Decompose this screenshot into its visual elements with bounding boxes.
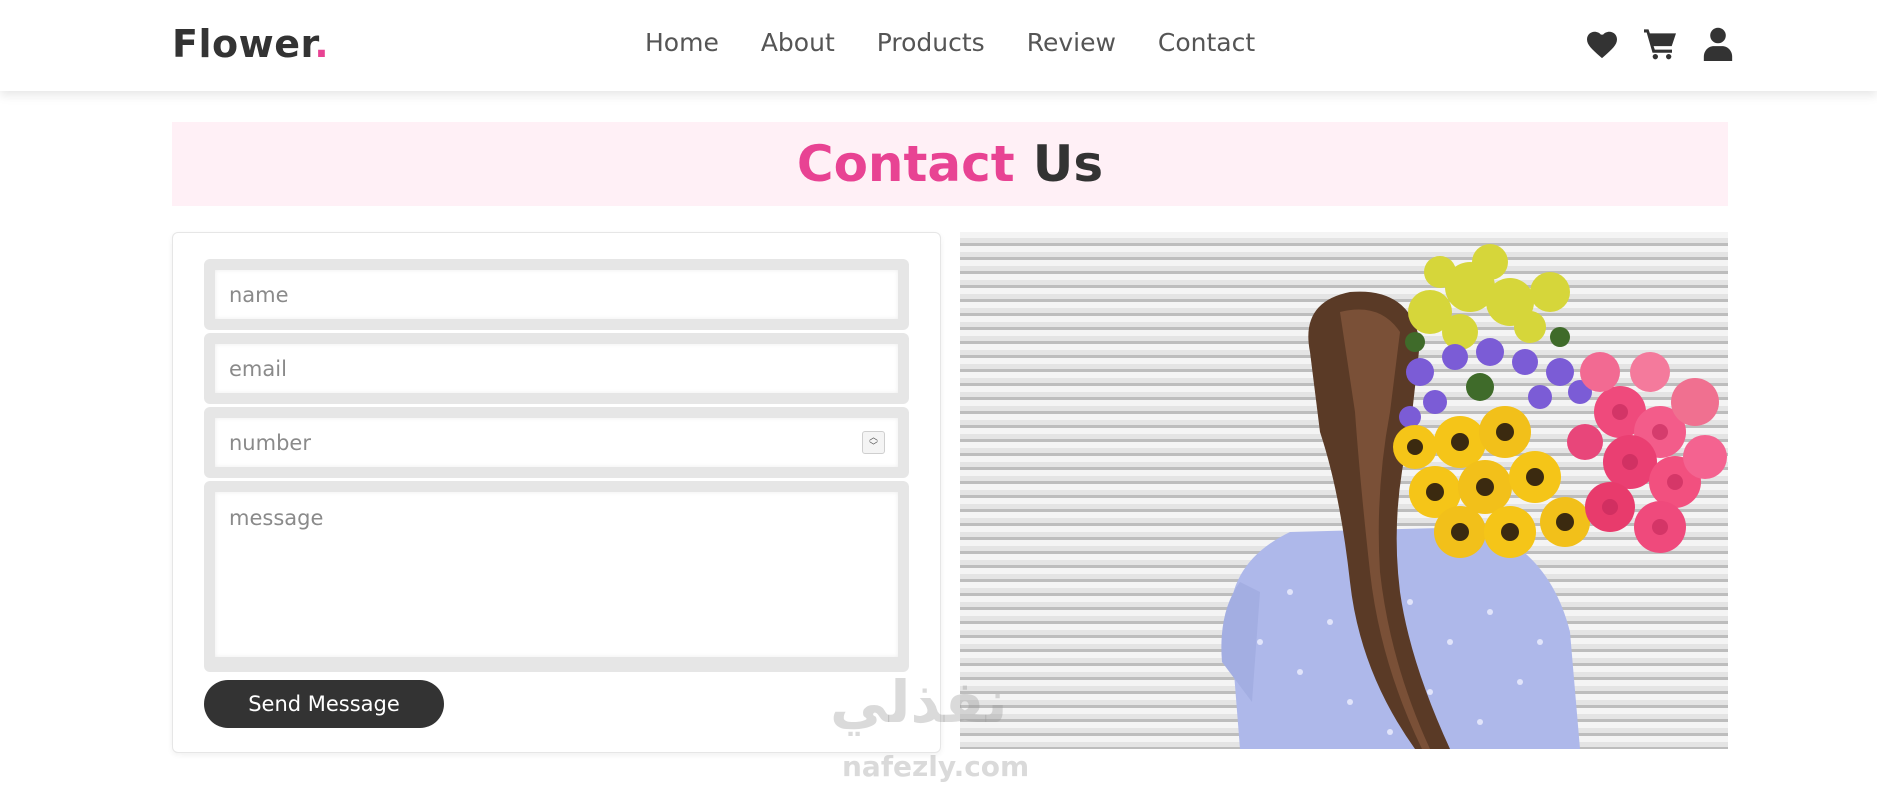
email-field-wrap	[204, 333, 909, 404]
main-nav: Home About Products Review Contact	[645, 28, 1297, 57]
message-textarea[interactable]	[215, 492, 898, 657]
brand-dot: .	[314, 22, 330, 66]
contact-form: ︿﹀ Send Message	[172, 232, 941, 753]
heading-accent: Contact	[796, 135, 1015, 193]
section-heading: Contact Us	[172, 122, 1728, 206]
number-field-wrap: ︿﹀	[204, 407, 909, 478]
name-field-wrap	[204, 259, 909, 330]
chevron-down-icon: ﹀	[868, 441, 878, 452]
heart-icon[interactable]	[1584, 26, 1620, 62]
nav-contact[interactable]: Contact	[1158, 28, 1255, 57]
brand-logo[interactable]: Flower.	[172, 22, 329, 66]
nav-products[interactable]: Products	[877, 28, 985, 57]
site-header: Flower. Home About Products Review Conta…	[0, 0, 1877, 91]
email-input[interactable]	[215, 344, 898, 393]
number-spinner[interactable]: ︿ ﹀	[862, 431, 885, 454]
number-input[interactable]	[215, 418, 898, 467]
user-icon[interactable]	[1700, 26, 1736, 62]
heading-rest: Us	[1032, 135, 1104, 193]
nav-about[interactable]: About	[761, 28, 835, 57]
message-field-wrap	[204, 481, 909, 672]
name-input[interactable]	[215, 270, 898, 319]
watermark-arabic: نفذلي	[830, 668, 1008, 736]
cart-icon[interactable]	[1642, 26, 1678, 62]
send-message-button[interactable]: Send Message	[204, 680, 444, 728]
contact-photo	[960, 232, 1728, 749]
header-icons	[1584, 26, 1736, 62]
nav-home[interactable]: Home	[645, 28, 719, 57]
watermark-latin: nafezly.com	[842, 750, 1030, 783]
nav-review[interactable]: Review	[1027, 28, 1116, 57]
brand-name: Flower	[172, 22, 315, 66]
